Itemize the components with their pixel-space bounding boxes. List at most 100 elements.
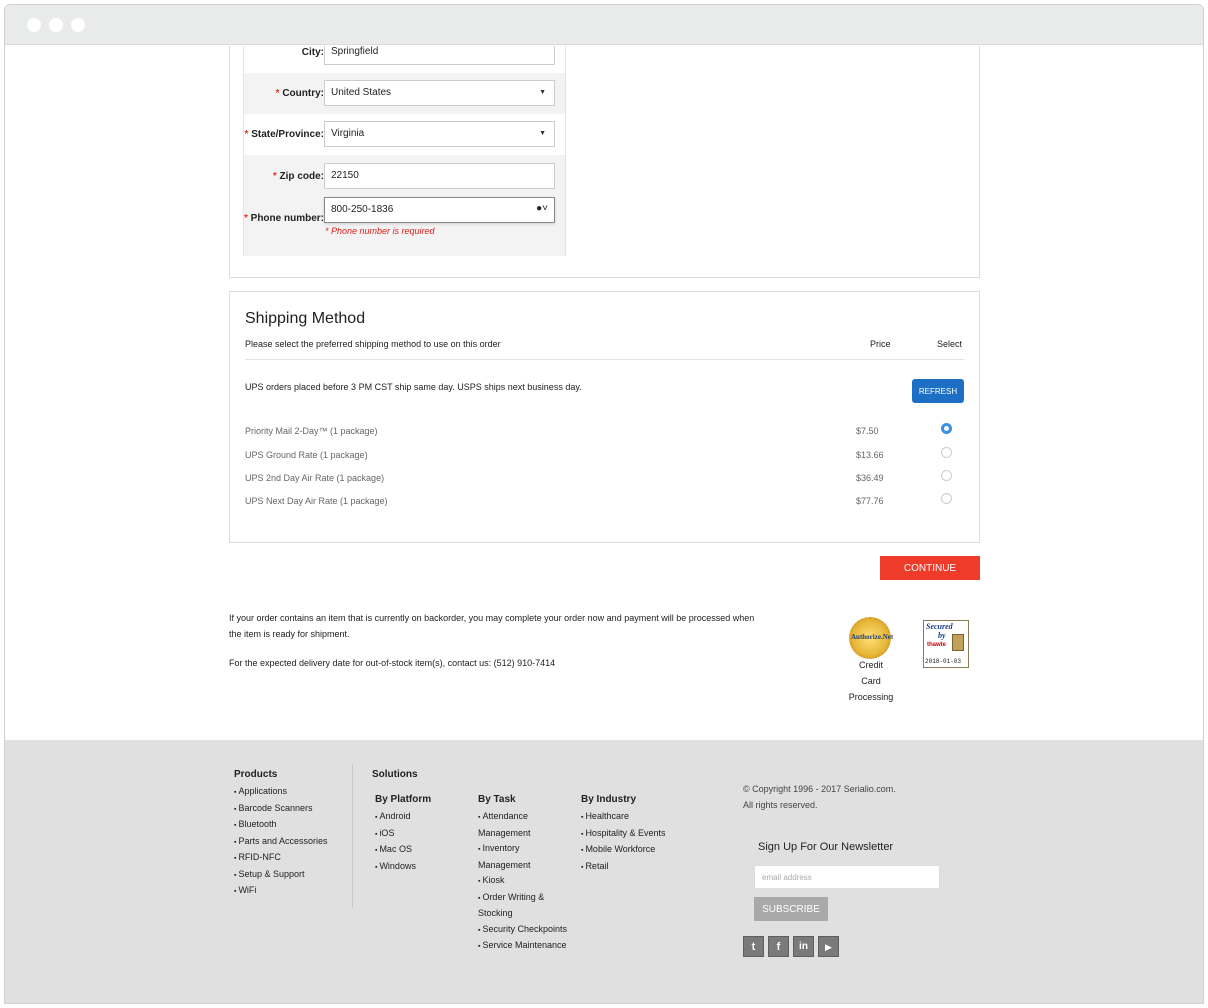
site-footer: Products Applications Barcode Scanners B… xyxy=(5,740,1203,1003)
shipping-divider xyxy=(245,359,964,360)
ccp-line: Card xyxy=(861,676,881,686)
shipping-option-radio[interactable] xyxy=(941,423,952,434)
country-value: United States xyxy=(331,87,392,98)
twitter-icon[interactable]: t xyxy=(743,936,764,957)
zip-value: 22150 xyxy=(331,170,359,181)
footer-link[interactable]: Barcode Scanners xyxy=(234,801,344,818)
required-mark: * xyxy=(243,213,248,224)
state-select[interactable]: Virginia ▼ xyxy=(324,121,555,147)
shipping-option[interactable]: UPS Next Day Air Rate (1 package) $77.76 xyxy=(245,492,964,512)
shipping-option-radio[interactable] xyxy=(941,470,952,481)
shipping-option[interactable]: UPS Ground Rate (1 package) $13.66 xyxy=(245,446,964,466)
chevron-down-icon: ▼ xyxy=(539,130,546,137)
required-mark: * xyxy=(272,171,277,182)
address-form: City: Springfield * Country: United Stat… xyxy=(243,46,566,256)
newsletter-email-input[interactable] xyxy=(754,865,940,889)
shipping-option-radio[interactable] xyxy=(941,493,952,504)
backorder-notice: If your order contains an item that is c… xyxy=(229,613,755,639)
footer-solutions-heading: Solutions xyxy=(372,769,418,780)
state-label-text: State/Province: xyxy=(251,129,324,140)
zip-label-text: Zip code: xyxy=(279,171,324,182)
refresh-button[interactable]: REFRESH xyxy=(912,379,964,403)
footer-link[interactable]: WiFi xyxy=(234,883,344,900)
footer-products-heading: Products xyxy=(234,769,278,780)
shipping-note: UPS orders placed before 3 PM CST ship s… xyxy=(245,382,582,392)
window-close-dot[interactable] xyxy=(27,18,41,32)
footer-products-list: Applications Barcode Scanners Bluetooth … xyxy=(234,784,344,900)
thawte-seal[interactable]: Secured by thawte 2018-01-03 xyxy=(923,620,969,668)
browser-window: City: Springfield * Country: United Stat… xyxy=(4,4,1204,1004)
window-minimize-dot[interactable] xyxy=(49,18,63,32)
phone-value: 800-250-1836 xyxy=(331,204,394,215)
footer-link[interactable]: Bluetooth xyxy=(234,817,344,834)
footer-link[interactable]: RFID-NFC xyxy=(234,850,344,867)
subscribe-button[interactable]: SUBSCRIBE xyxy=(754,897,828,921)
shipping-option[interactable]: Priority Mail 2-Day™ (1 package) $7.50 xyxy=(245,422,964,442)
footer-link[interactable]: Kiosk xyxy=(478,873,570,890)
youtube-icon[interactable]: ▶ xyxy=(818,936,839,957)
footer-link[interactable]: Security Checkpoints xyxy=(478,922,570,939)
shipping-title: Shipping Method xyxy=(245,310,366,327)
footer-link[interactable]: Hospitality & Events xyxy=(581,826,681,843)
footer-link[interactable]: Setup & Support xyxy=(234,867,344,884)
ccp-line: Credit xyxy=(858,660,883,670)
ccp-line: Processing xyxy=(848,692,894,702)
footer-link[interactable]: Inventory Management xyxy=(478,841,570,873)
footer-link[interactable]: Mac OS xyxy=(375,842,467,859)
contact-autofill-icon[interactable]: ●˅ xyxy=(536,203,548,214)
by-industry-list: Healthcare Hospitality & Events Mobile W… xyxy=(581,809,681,875)
phone-row: * Phone number: 800-250-1836 ●˅ * Phone n… xyxy=(244,197,565,256)
window-titlebar xyxy=(5,5,1203,45)
page-content: City: Springfield * Country: United Stat… xyxy=(5,46,1203,740)
footer-link[interactable]: Applications xyxy=(234,784,344,801)
shipping-method-section: Shipping Method Please select the prefer… xyxy=(229,291,980,543)
shipping-option[interactable]: UPS 2nd Day Air Rate (1 package) $36.49 xyxy=(245,469,964,489)
footer-link[interactable]: Retail xyxy=(581,859,681,876)
footer-link[interactable]: Windows xyxy=(375,859,467,876)
copyright-line: All rights reserved. xyxy=(743,800,818,810)
thawte-date-text: 2018-01-03 xyxy=(925,658,962,665)
thawte-secured-text: Secured xyxy=(926,622,953,631)
country-label: * Country: xyxy=(276,88,324,99)
by-platform-heading: By Platform xyxy=(375,794,432,805)
footer-link[interactable]: Service Maintenance xyxy=(478,938,570,955)
phone-error-message: * Phone number is required xyxy=(325,226,435,236)
footer-link[interactable]: Mobile Workforce xyxy=(581,842,681,859)
chevron-down-icon: ▼ xyxy=(539,89,546,96)
footer-link[interactable]: Healthcare xyxy=(581,809,681,826)
country-row: * Country: United States ▼ xyxy=(244,73,565,114)
city-label: City: xyxy=(301,47,324,58)
city-field[interactable]: Springfield xyxy=(324,46,555,65)
state-row: * State/Province: Virginia ▼ xyxy=(244,114,565,155)
authorize-net-seal[interactable]: Authorize.Net xyxy=(849,617,893,659)
required-mark: * xyxy=(275,88,280,99)
footer-link[interactable]: Parts and Accessories xyxy=(234,834,344,851)
padlock-icon xyxy=(952,634,964,651)
shipping-option-name: UPS Ground Rate (1 package) xyxy=(245,450,368,460)
footer-link[interactable]: Android xyxy=(375,809,467,826)
shipping-option-name: UPS 2nd Day Air Rate (1 package) xyxy=(245,473,385,483)
phone-field[interactable]: 800-250-1836 ●˅ xyxy=(324,197,555,223)
by-task-list: Attendance Management Inventory Manageme… xyxy=(478,809,570,955)
by-task-heading: By Task xyxy=(478,794,516,805)
facebook-icon[interactable]: f xyxy=(768,936,789,957)
footer-link[interactable]: Order Writing & Stocking xyxy=(478,890,570,922)
shipping-option-name: Priority Mail 2-Day™ (1 package) xyxy=(245,426,378,436)
linkedin-icon[interactable]: in xyxy=(793,936,814,957)
shipping-option-radio[interactable] xyxy=(941,447,952,458)
shipping-option-name: UPS Next Day Air Rate (1 package) xyxy=(245,496,388,506)
newsletter-title: Sign Up For Our Newsletter xyxy=(758,841,894,853)
thawte-by-text: by xyxy=(938,631,946,640)
zip-label: * Zip code: xyxy=(273,171,324,182)
country-select[interactable]: United States ▼ xyxy=(324,80,555,106)
select-column-header: Select xyxy=(937,339,963,349)
zip-row: * Zip code: 22150 xyxy=(244,155,565,197)
price-column-header: Price xyxy=(870,339,891,349)
footer-link[interactable]: Attendance Management xyxy=(478,809,570,841)
zip-field[interactable]: 22150 xyxy=(324,163,555,189)
state-label: * State/Province: xyxy=(245,129,325,140)
window-zoom-dot[interactable] xyxy=(71,18,85,32)
footer-link[interactable]: iOS xyxy=(375,826,467,843)
copyright-line: © Copyright 1996 - 2017 Serialio.com. xyxy=(743,784,896,794)
continue-button[interactable]: CONTINUE xyxy=(880,556,980,580)
